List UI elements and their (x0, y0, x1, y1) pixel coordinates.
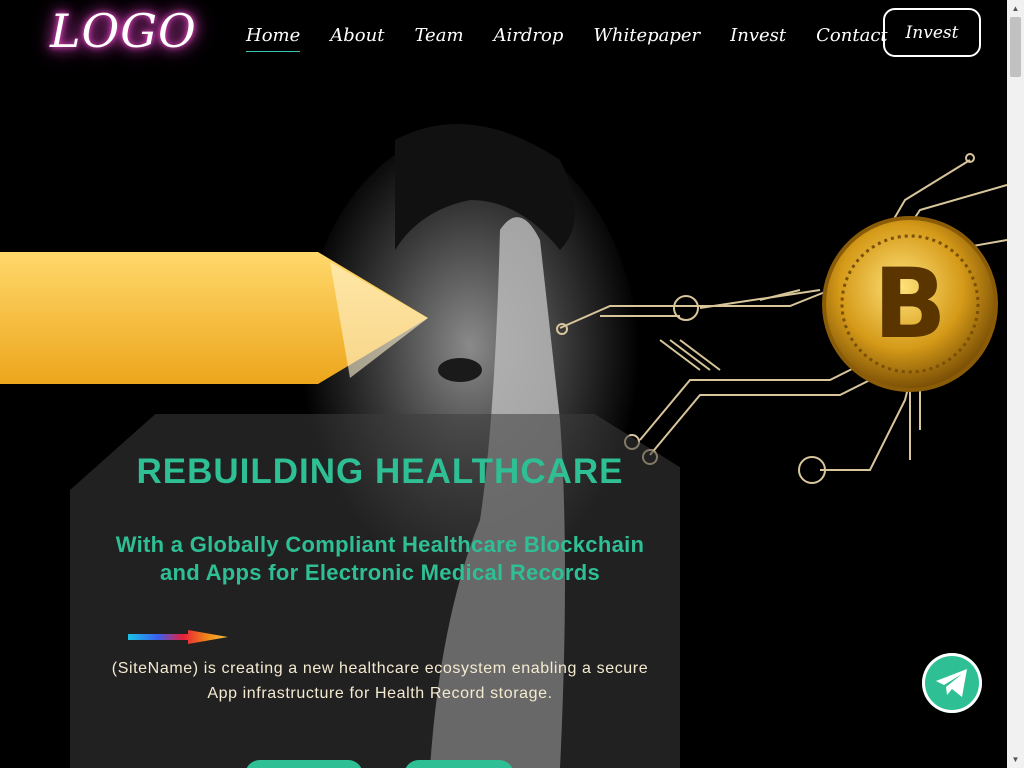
telegram-button[interactable] (922, 653, 982, 713)
nav-about[interactable]: About (330, 25, 384, 46)
secondary-cta-button[interactable] (404, 760, 514, 768)
page: B LOGO Home About Team Airdrop Whitepape… (0, 0, 1007, 768)
nav-whitepaper[interactable]: Whitepaper (593, 25, 700, 46)
bitcoin-icon: B (873, 248, 947, 360)
hero-description: (SiteName) is creating a new healthcare … (111, 660, 649, 702)
nav-team[interactable]: Team (414, 25, 463, 46)
vertical-scrollbar[interactable]: ▲ ▼ (1007, 0, 1024, 768)
scroll-up-icon[interactable]: ▲ (1007, 0, 1024, 17)
nav-home[interactable]: Home (246, 25, 301, 52)
nav-airdrop[interactable]: Airdrop (494, 25, 564, 46)
telegram-icon (936, 669, 967, 697)
scroll-thumb[interactable] (1010, 17, 1021, 77)
invest-button[interactable]: Invest (883, 8, 981, 57)
rainbow-arrow-icon (128, 630, 228, 644)
hero-subheadline: With a Globally Compliant Healthcare Blo… (115, 532, 645, 585)
main-nav: Home About Team Airdrop Whitepaper Inves… (246, 25, 918, 52)
hero-headline: REBUILDING HEALTHCARE (136, 452, 624, 491)
eye-shape (438, 358, 482, 382)
scroll-down-icon[interactable]: ▼ (1007, 751, 1024, 768)
site-logo[interactable]: LOGO (50, 4, 197, 58)
primary-cta-button[interactable] (245, 760, 363, 768)
nav-invest[interactable]: Invest (730, 25, 786, 46)
nav-contact[interactable]: Contact (816, 25, 887, 46)
